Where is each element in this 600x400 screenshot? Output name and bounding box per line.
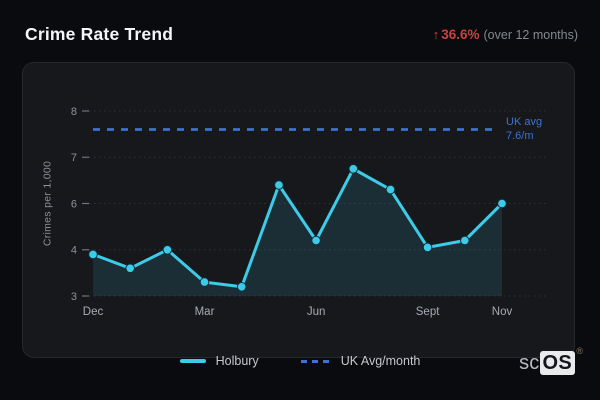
legend-label-holbury: Holbury [215, 354, 259, 368]
uk-avg-label-line2: 7.6/m [506, 129, 534, 142]
data-point-jul[interactable] [348, 164, 359, 174]
trend-caption: (over 12 months) [483, 28, 578, 42]
registered-trademark-icon: ® [576, 346, 583, 356]
scos-logo: sc OS ® [519, 346, 583, 375]
page-title: Crime Rate Trend [25, 24, 174, 44]
chart-card: 8 7 6 4 3 Dec Mar Jun Sept Nov Crimes per 1,000 U… [22, 62, 575, 358]
data-point-apr[interactable] [236, 282, 247, 292]
data-point-jun[interactable] [311, 235, 321, 246]
legend-item-uk-avg[interactable]: UK Avg/month [300, 354, 421, 368]
uk-avg-dash-swatch [300, 359, 331, 363]
uk-avg-reference-label: UK avg 7.6/m [506, 116, 542, 143]
data-point-feb[interactable] [162, 245, 173, 255]
holbury-line-swatch [179, 359, 206, 363]
data-point-mar[interactable] [199, 277, 210, 287]
trend-up-arrow-icon: ↑ [432, 27, 440, 42]
logo-badge: OS ® [539, 346, 583, 375]
x-tick-label: Dec [83, 306, 104, 318]
header: Crime Rate Trend ↑ 36.6% (over 12 months) [25, 24, 578, 45]
data-point-may[interactable] [274, 180, 284, 190]
data-point-nov[interactable] [497, 198, 507, 209]
data-point-oct[interactable] [460, 235, 470, 246]
x-tick-label: Jun [307, 306, 326, 318]
legend-item-holbury[interactable]: Holbury [179, 354, 259, 368]
y-tick-label: 8 [71, 106, 77, 118]
x-tick-label: Mar [195, 306, 215, 318]
x-tick-label: Nov [492, 306, 513, 318]
y-axis-title: Crimes per 1,000 [41, 160, 54, 247]
y-tick-label: 3 [71, 291, 77, 303]
data-point-aug[interactable] [385, 184, 396, 195]
holbury-area-fill [93, 168, 502, 296]
uk-avg-label-line1: UK avg [506, 116, 543, 128]
trend-indicator: ↑ 36.6% (over 12 months) [433, 27, 578, 42]
logo-main: OS [539, 351, 575, 375]
data-point-dec[interactable] [88, 249, 98, 260]
y-tick-label: 7 [71, 152, 77, 164]
trend-value: 36.6% [441, 27, 480, 42]
x-tick-label: Sept [416, 306, 440, 318]
chart-legend: Holbury UK Avg/month [0, 354, 600, 368]
crime-trend-chart: 8 7 6 4 3 Dec Mar Jun Sept Nov [71, 106, 549, 318]
y-tick-label: 6 [71, 198, 77, 210]
data-point-sep[interactable] [422, 242, 433, 253]
legend-label-uk-avg: UK Avg/month [340, 354, 421, 368]
y-tick-label: 4 [71, 245, 77, 257]
data-point-jan[interactable] [125, 263, 135, 274]
logo-prefix: sc [519, 351, 540, 374]
